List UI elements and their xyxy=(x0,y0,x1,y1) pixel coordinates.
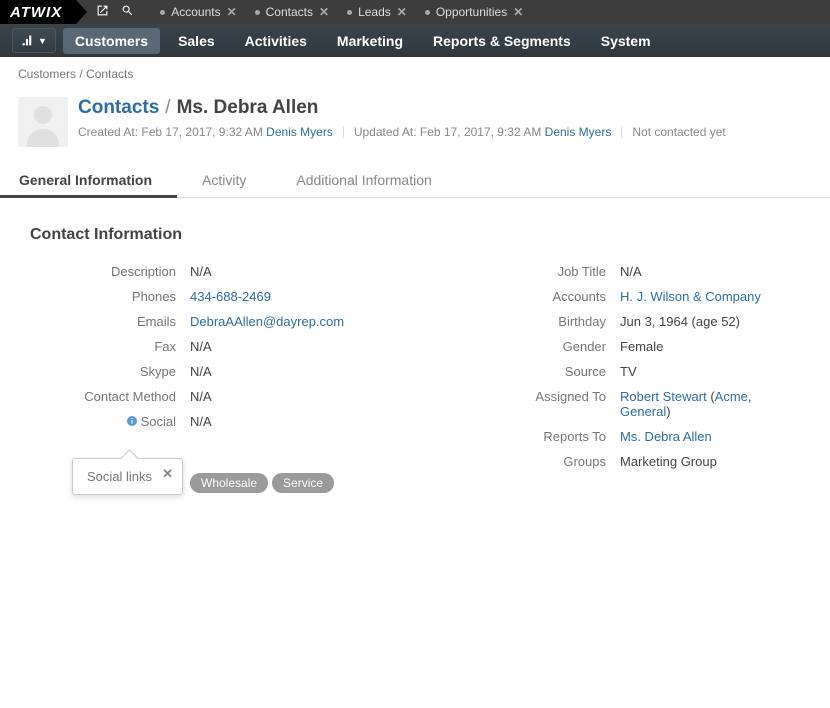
close-icon[interactable]: ✕ xyxy=(397,5,407,19)
label-skype: Skype xyxy=(30,364,190,379)
dashboard-menu-button[interactable]: ▼ xyxy=(12,28,56,53)
tab-general-information[interactable]: General Information xyxy=(0,163,177,198)
tab-activity[interactable]: Activity xyxy=(177,163,271,197)
label-gender: Gender xyxy=(420,339,620,354)
value-job-title: N/A xyxy=(620,264,800,279)
value-skype: N/A xyxy=(190,364,420,379)
record-header: Contacts / Ms. Debra Allen Created At: F… xyxy=(0,91,830,163)
label-source: Source xyxy=(420,364,620,379)
label-emails: Emails xyxy=(30,314,190,329)
breadcrumb-root[interactable]: Customers xyxy=(18,67,76,81)
label-fax: Fax xyxy=(30,339,190,354)
tab-additional-information[interactable]: Additional Information xyxy=(271,163,456,197)
label-job-title: Job Title xyxy=(420,264,620,279)
value-contact-method: N/A xyxy=(190,389,420,404)
pinned-tabs: Accounts✕ Contacts✕ Leads✕ Opportunities… xyxy=(152,1,531,23)
pin-opportunities[interactable]: Opportunities✕ xyxy=(417,1,531,23)
pin-contacts[interactable]: Contacts✕ xyxy=(247,1,337,23)
value-birthday: Jun 3, 1964 (age 52) xyxy=(620,314,800,329)
tag-wholesale[interactable]: Wholesale xyxy=(190,473,268,493)
avatar-placeholder-icon xyxy=(18,97,68,147)
tabs: General Information Activity Additional … xyxy=(0,163,830,198)
close-icon[interactable]: ✕ xyxy=(227,5,237,19)
value-source: TV xyxy=(620,364,800,379)
entity-link[interactable]: Contacts xyxy=(78,97,159,119)
value-assigned-to: Robert Stewart (Acme, General) xyxy=(620,389,800,419)
pin-accounts[interactable]: Accounts✕ xyxy=(152,1,244,23)
assigned-user-link[interactable]: Robert Stewart xyxy=(620,389,707,404)
tags: Wholesale Service xyxy=(190,473,420,493)
nav-customers[interactable]: Customers xyxy=(63,28,160,54)
close-icon[interactable]: ✕ xyxy=(162,466,173,482)
nav-system[interactable]: System xyxy=(586,24,666,57)
breadcrumb: Customers / Contacts xyxy=(0,57,830,91)
updated-by-link[interactable]: Denis Myers xyxy=(545,125,612,139)
brand-logo[interactable]: ATWIX xyxy=(0,0,76,24)
value-accounts[interactable]: H. J. Wilson & Company xyxy=(620,289,761,304)
nav-activities[interactable]: Activities xyxy=(230,24,322,57)
label-contact-method: Contact Method xyxy=(30,389,190,404)
nav-sales[interactable]: Sales xyxy=(163,24,230,57)
assigned-org2-link[interactable]: General xyxy=(620,404,666,419)
social-tooltip: Social links ✕ xyxy=(72,458,183,495)
pin-leads[interactable]: Leads✕ xyxy=(339,1,415,23)
label-groups: Groups xyxy=(420,454,620,469)
value-phones[interactable]: 434-688-2469 xyxy=(190,289,271,304)
section-title: Contact Information xyxy=(30,226,800,244)
tag-service[interactable]: Service xyxy=(272,473,334,493)
page-title: Contacts / Ms. Debra Allen xyxy=(78,97,726,119)
created-by-link[interactable]: Denis Myers xyxy=(266,125,333,139)
close-icon[interactable]: ✕ xyxy=(319,5,329,19)
contact-status: Not contacted yet xyxy=(632,125,725,139)
breadcrumb-current: Contacts xyxy=(86,67,133,81)
value-emails[interactable]: DebraAAllen@dayrep.com xyxy=(190,314,344,329)
nav-reports[interactable]: Reports & Segments xyxy=(418,24,586,57)
label-phones: Phones xyxy=(30,289,190,304)
topbar-actions xyxy=(96,4,134,20)
label-description: Description xyxy=(30,264,190,279)
value-groups: Marketing Group xyxy=(620,454,800,469)
label-assigned-to: Assigned To xyxy=(420,389,620,419)
record-meta: Created At: Feb 17, 2017, 9:32 AM Denis … xyxy=(78,125,726,139)
assigned-org1-link[interactable]: Acme xyxy=(715,389,748,404)
field-group-right: Job Title N/A Accounts H. J. Wilson & Co… xyxy=(420,264,800,493)
label-birthday: Birthday xyxy=(420,314,620,329)
nav-marketing[interactable]: Marketing xyxy=(322,24,418,57)
info-icon[interactable] xyxy=(126,415,138,427)
value-social: N/A xyxy=(190,414,420,429)
close-icon[interactable]: ✕ xyxy=(513,5,523,19)
label-reports-to: Reports To xyxy=(420,429,620,444)
value-reports-to[interactable]: Ms. Debra Allen xyxy=(620,429,712,444)
record-name: Ms. Debra Allen xyxy=(177,97,319,119)
chevron-down-icon: ▼ xyxy=(38,36,47,46)
search-icon[interactable] xyxy=(121,4,134,20)
main-nav: ▼ Customers Sales Activities Marketing R… xyxy=(0,24,830,57)
share-icon[interactable] xyxy=(96,4,109,20)
tooltip-text: Social links xyxy=(87,469,152,484)
label-social: Social xyxy=(30,414,190,429)
value-gender: Female xyxy=(620,339,800,354)
label-accounts: Accounts xyxy=(420,289,620,304)
topbar: ATWIX Accounts✕ Contacts✕ Leads✕ Opportu… xyxy=(0,0,830,24)
value-fax: N/A xyxy=(190,339,420,354)
value-description: N/A xyxy=(190,264,420,279)
